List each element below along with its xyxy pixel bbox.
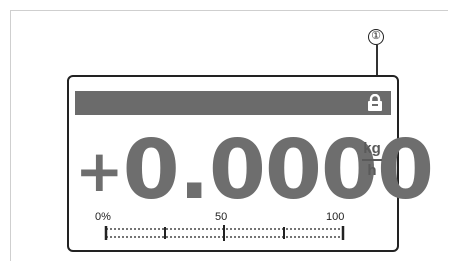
sign-indicator: + [75, 137, 124, 205]
unit-label: kg h [362, 141, 382, 179]
unit-denominator: h [367, 162, 377, 179]
device-display: + 0.0000 kg h 0% 50 100 [67, 75, 434, 252]
lock-icon [368, 94, 382, 111]
bargraph-label-0: 0% [95, 211, 111, 223]
bargraph-label-50: 50 [215, 211, 228, 223]
callout-marker: ① [368, 29, 384, 45]
unit-fraction-bar [362, 159, 382, 161]
unit-numerator: kg [363, 140, 381, 157]
bargraph [104, 225, 345, 241]
status-bar [75, 91, 391, 115]
measurement-value: 0.0000 [122, 123, 434, 218]
bargraph-label-100: 100 [326, 211, 345, 223]
callout-leader-line [376, 45, 378, 79]
